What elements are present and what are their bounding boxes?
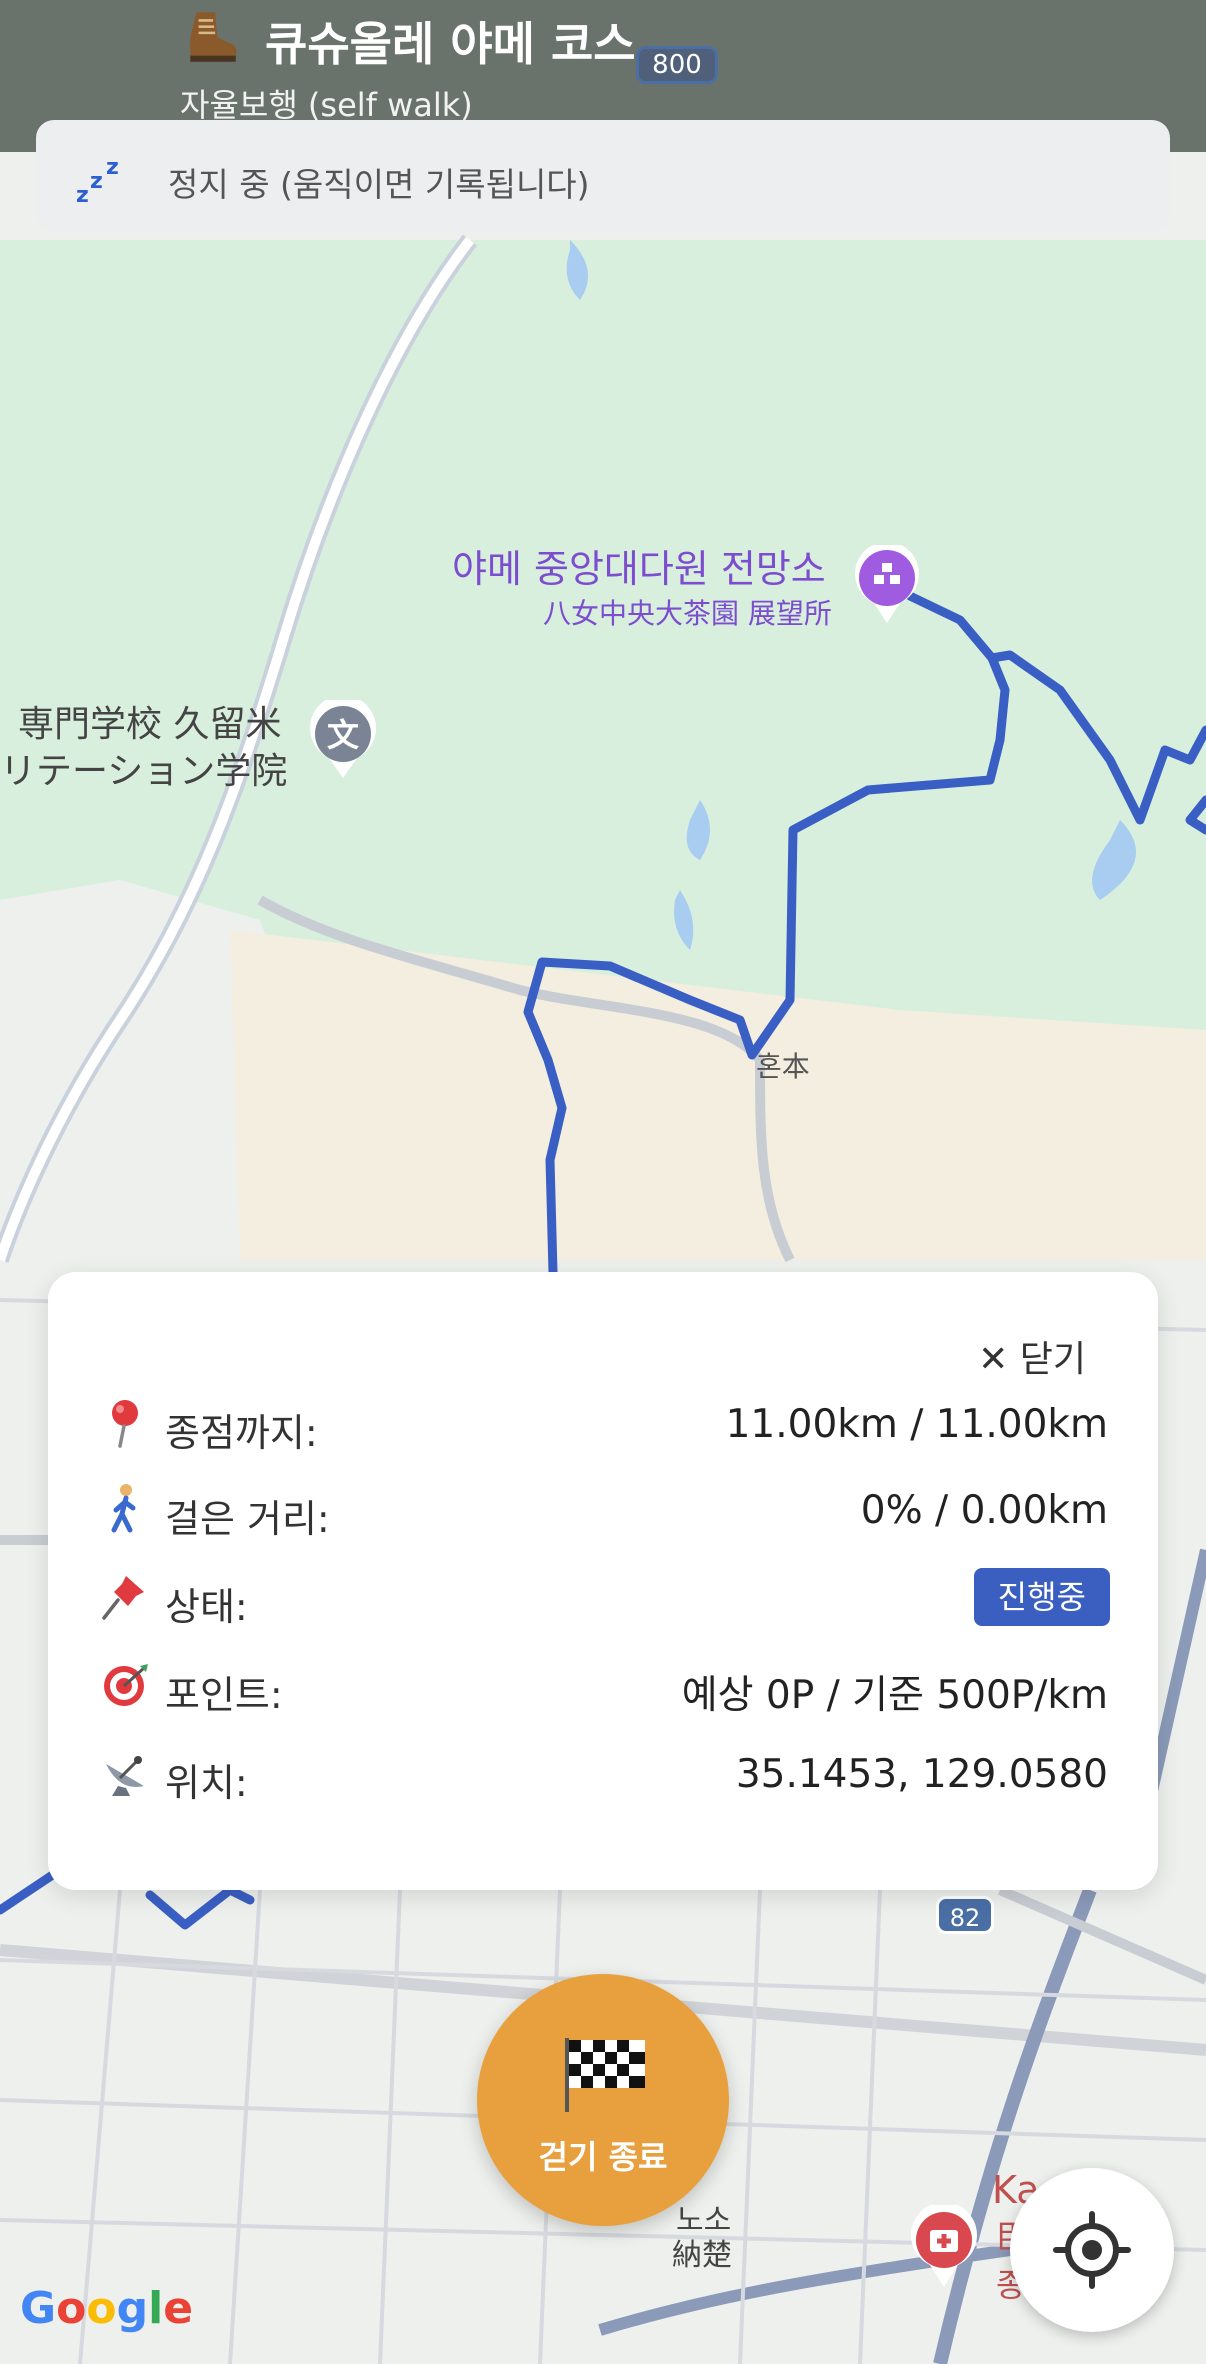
route-number-badge: 800 <box>636 46 718 84</box>
checkered-flag-icon <box>565 2038 645 2112</box>
info-row-state: 상태: 진행중 <box>48 1562 1158 1632</box>
target-icon <box>104 1664 148 1706</box>
points-value: 예상 0P / 기준 500P/km <box>681 1673 1108 1718</box>
remaining-value: 11.00km / 11.00km <box>725 1402 1108 1447</box>
school-label-line2[interactable]: リテーション学院 <box>0 742 287 794</box>
remaining-label: 종점까지: <box>165 1411 318 1455</box>
points-label: 포인트: <box>165 1673 283 1717</box>
place-label-noso-jp: 納楚 <box>672 2238 732 2273</box>
status-text: 정지 중 (움직이면 기록됩니다) <box>168 165 590 204</box>
state-label: 상태: <box>165 1585 248 1629</box>
poi-label-jp[interactable]: 八女中央大茶園 展望所 <box>543 592 832 632</box>
walking-person-icon <box>111 1484 136 1533</box>
school-label-line1[interactable]: 専門学校 久留米 <box>18 695 281 747</box>
viewpoint-poi-icon[interactable] <box>852 545 922 625</box>
info-row-walked: 걸은 거리: 0% / 0.00km <box>48 1474 1158 1544</box>
hospital-poi-icon[interactable] <box>908 2205 980 2289</box>
walked-label: 걸은 거리: <box>165 1497 330 1541</box>
info-row-points: 포인트: 예상 0P / 기준 500P/km <box>48 1650 1158 1720</box>
end-walk-button[interactable]: 걷기 종료 <box>477 1974 729 2226</box>
page-title: 큐슈올레 야메 코스 <box>265 17 636 71</box>
svg-text:文: 文 <box>327 716 359 754</box>
close-panel-button[interactable]: ✕ 닫기 <box>978 1330 1086 1382</box>
walk-info-panel: ✕ 닫기 종점까지: 11.00km / 11.00km 걸은 거리: 0% /… <box>48 1272 1158 1890</box>
walked-value: 0% / 0.00km <box>860 1488 1108 1533</box>
end-walk-label: 걷기 종료 <box>538 2138 668 2176</box>
svg-text:z: z <box>76 183 89 206</box>
movement-status-bar: z z z 정지 중 (움직이면 기록됩니다) <box>36 120 1170 232</box>
google-logo: Google <box>20 2283 194 2334</box>
status-badge: 진행중 <box>973 1568 1110 1626</box>
pushpin-icon <box>102 1576 144 1620</box>
school-poi-icon[interactable]: 文 <box>307 700 379 780</box>
location-label: 위치: <box>165 1761 248 1805</box>
locate-crosshair-icon <box>1053 2211 1131 2289</box>
place-label-honmoto: 혼本 <box>756 1050 810 1083</box>
svg-text:z: z <box>106 156 119 180</box>
road-82-badge: 82 <box>936 1896 994 1934</box>
satellite-dish-icon <box>106 1756 144 1796</box>
info-row-location: 위치: 35.1453, 129.0580 <box>48 1738 1158 1808</box>
svg-text:z: z <box>90 169 103 194</box>
sleeping-zzz-icon: z z z <box>76 156 119 206</box>
locate-me-button[interactable] <box>1010 2168 1174 2332</box>
location-value: 35.1453, 129.0580 <box>735 1752 1108 1797</box>
poi-label-ko[interactable]: 야메 중앙대다원 전망소 <box>452 538 826 593</box>
pin-icon <box>112 1400 138 1448</box>
info-row-remaining: 종점까지: 11.00km / 11.00km <box>48 1388 1158 1458</box>
hiking-boot-icon <box>190 12 237 62</box>
